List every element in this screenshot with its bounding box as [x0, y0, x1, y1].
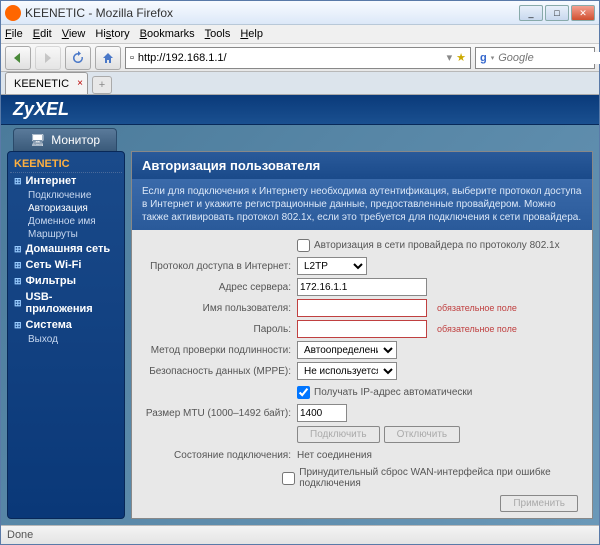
server-input[interactable] — [297, 278, 427, 296]
sidebar-group-internet[interactable]: Интернет — [10, 173, 122, 189]
main-panel: Авторизация пользователя Если для подклю… — [131, 151, 593, 519]
sidebar-item-connection[interactable]: Подключение — [10, 189, 122, 202]
sidebar-root[interactable]: KEENETIC — [10, 156, 122, 173]
required-hint: обязательное поле — [437, 324, 517, 334]
tab-close-icon[interactable]: × — [77, 78, 83, 89]
url-bar[interactable]: ▫ ▾ ★ — [125, 47, 471, 69]
close-button[interactable]: ✕ — [571, 5, 595, 21]
conn-state-label: Состояние подключения: — [142, 450, 297, 461]
menu-view[interactable]: View — [62, 28, 86, 40]
dropdown-icon[interactable]: ▾ — [447, 51, 453, 64]
dropdown-icon[interactable]: ▾ — [491, 54, 495, 62]
authmethod-label: Метод проверки подлинности: — [142, 345, 297, 356]
menu-bookmarks[interactable]: Bookmarks — [140, 28, 195, 40]
menu-edit[interactable]: Edit — [33, 28, 52, 40]
menu-tools[interactable]: Tools — [205, 28, 231, 40]
sidebar-item-logout[interactable]: Выход — [10, 333, 122, 346]
search-box[interactable]: g▾ 🔍 — [475, 47, 595, 69]
reload-button[interactable] — [65, 46, 91, 70]
sidebar: KEENETIC Интернет Подключение Авторизаци… — [7, 151, 125, 519]
tab-keenetic[interactable]: KEENETIC × — [5, 72, 88, 94]
mppe-select[interactable]: Не используется — [297, 362, 397, 380]
menu-history[interactable]: History — [95, 28, 129, 40]
minimize-button[interactable]: _ — [519, 5, 543, 21]
autoip-label: Получать IP-адрес автоматически — [314, 387, 472, 398]
window-title: KEENETIC - Mozilla Firefox — [25, 6, 519, 20]
firefox-icon — [5, 5, 21, 21]
url-input[interactable] — [138, 52, 443, 64]
pass-input[interactable] — [297, 320, 427, 338]
required-hint: обязательное поле — [437, 303, 517, 313]
new-tab-button[interactable]: + — [92, 76, 112, 94]
sidebar-group-wifi[interactable]: Сеть Wi-Fi — [10, 257, 122, 273]
home-button[interactable] — [95, 46, 121, 70]
authmethod-select[interactable]: Автоопределение — [297, 341, 397, 359]
protocol-select[interactable]: L2TP — [297, 257, 367, 275]
autoip-checkbox[interactable] — [297, 386, 310, 399]
search-input[interactable] — [498, 52, 600, 64]
menu-file[interactable]: File — [5, 28, 23, 40]
mtu-input[interactable] — [297, 404, 347, 422]
titlebar: KEENETIC - Mozilla Firefox _ □ ✕ — [1, 1, 599, 25]
sidebar-item-domain[interactable]: Доменное имя — [10, 215, 122, 228]
forcereset-label: Принудительный сброс WAN-интерфейса при … — [299, 467, 582, 489]
brand-logo: ZyXEL — [1, 95, 599, 125]
menubar: File Edit View History Bookmarks Tools H… — [1, 25, 599, 44]
mppe-label: Безопасность данных (MPPE): — [142, 366, 297, 377]
sidebar-group-system[interactable]: Система — [10, 317, 122, 333]
forward-button[interactable] — [35, 46, 61, 70]
conn-state-value: Нет соединения — [297, 450, 372, 461]
sidebar-group-usb[interactable]: USB-приложения — [10, 289, 122, 317]
statusbar: Done — [1, 525, 599, 544]
menu-help[interactable]: Help — [240, 28, 263, 40]
monitor-icon: 🖥 — [30, 133, 45, 147]
panel-title: Авторизация пользователя — [132, 152, 592, 179]
monitor-button[interactable]: 🖥 Монитор — [13, 128, 117, 151]
google-icon: g — [480, 52, 487, 64]
auth-8021x-label: Авторизация в сети провайдера по протоко… — [314, 240, 560, 251]
user-input[interactable] — [297, 299, 427, 317]
sidebar-item-routes[interactable]: Маршруты — [10, 228, 122, 241]
mtu-label: Размер MTU (1000–1492 байт): — [142, 408, 297, 419]
star-icon[interactable]: ★ — [456, 51, 466, 64]
panel-body: Авторизация в сети провайдера по протоко… — [132, 230, 592, 518]
page-icon: ▫ — [130, 52, 134, 64]
back-button[interactable] — [5, 46, 31, 70]
disconnect-button[interactable]: Отключить — [384, 426, 461, 443]
sidebar-group-filters[interactable]: Фильтры — [10, 273, 122, 289]
sidebar-item-auth[interactable]: Авторизация — [10, 202, 122, 215]
auth-8021x-checkbox[interactable] — [297, 239, 310, 252]
app-window: KEENETIC - Mozilla Firefox _ □ ✕ File Ed… — [0, 0, 600, 545]
tab-label: KEENETIC — [14, 78, 69, 90]
forcereset-checkbox[interactable] — [282, 472, 295, 485]
toolbar: ▫ ▾ ★ g▾ 🔍 — [1, 44, 599, 72]
maximize-button[interactable]: □ — [545, 5, 569, 21]
protocol-label: Протокол доступа в Интернет: — [142, 261, 297, 272]
pass-label: Пароль: — [142, 324, 297, 335]
tab-bar: KEENETIC × + — [1, 72, 599, 95]
sidebar-group-homenet[interactable]: Домашняя сеть — [10, 241, 122, 257]
apply-button[interactable]: Применить — [500, 495, 578, 512]
monitor-label: Монитор — [51, 133, 100, 147]
status-text: Done — [7, 529, 33, 541]
connect-button[interactable]: Подключить — [297, 426, 380, 443]
page-content: ZyXEL 🖥 Монитор KEENETIC Интернет Подклю… — [1, 95, 599, 525]
server-label: Адрес сервера: — [142, 282, 297, 293]
panel-help: Если для подключения к Интернету необход… — [132, 179, 592, 230]
user-label: Имя пользователя: — [142, 303, 297, 314]
